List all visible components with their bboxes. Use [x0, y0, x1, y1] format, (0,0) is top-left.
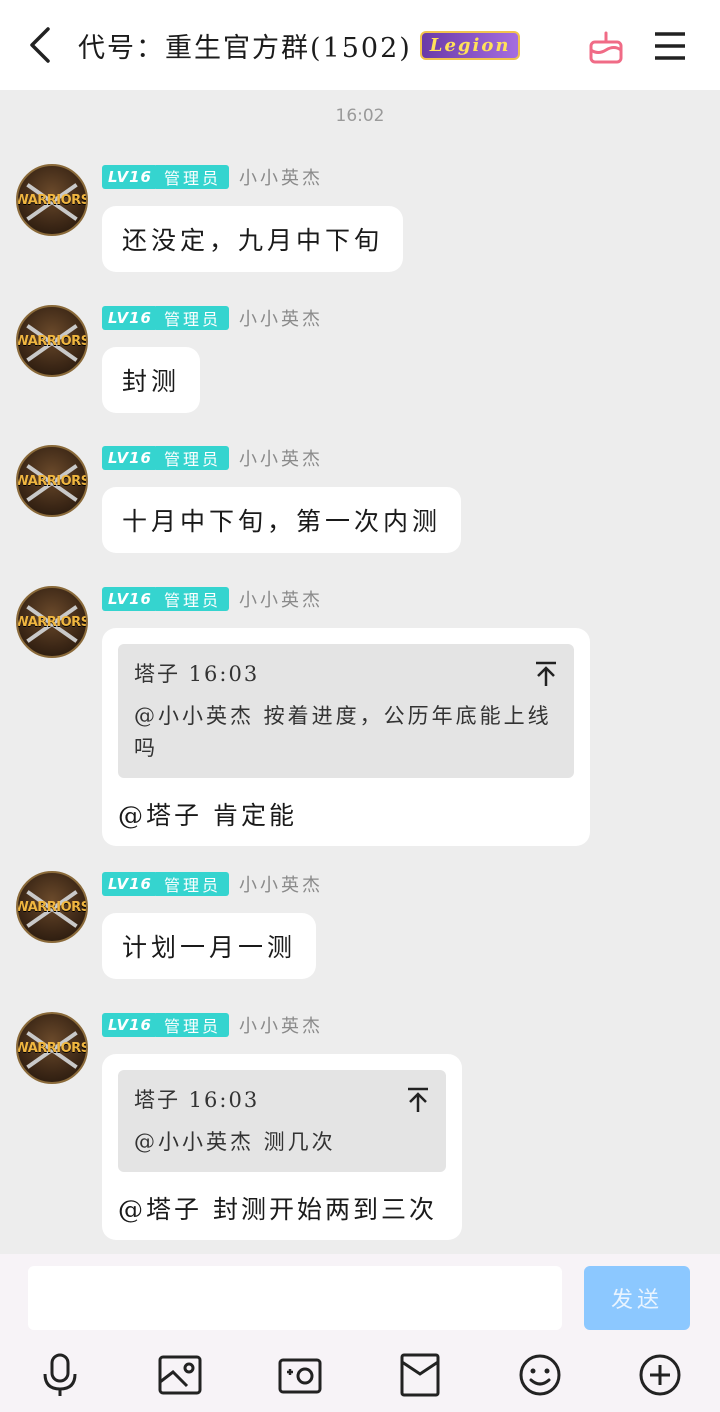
- sender-nickname: 小小英杰: [239, 1016, 323, 1037]
- quoted-message[interactable]: 塔子 16:03 @小小英杰 按着进度，公历年底能上线吗: [118, 644, 574, 778]
- menu-icon[interactable]: [650, 26, 690, 66]
- level-badge: LV16: [102, 446, 158, 470]
- message-bubble[interactable]: 塔子 16:03 @小小英杰 测几次 @塔子 封测开始两到三次: [102, 1054, 462, 1240]
- jump-to-quote-icon[interactable]: [406, 1086, 430, 1114]
- role-badge: 管理员: [155, 165, 229, 189]
- level-badge: LV16: [102, 306, 158, 330]
- quote-header: 塔子 16:03: [134, 1088, 260, 1112]
- chat-area[interactable]: 16:02 WARRIORS LV16 管理员 小小英杰 还没定，九月中下旬 W…: [0, 90, 720, 1254]
- role-badge: 管理员: [155, 446, 229, 470]
- plus-icon[interactable]: [637, 1352, 683, 1398]
- reply-text: @塔子 肯定能: [118, 801, 297, 830]
- avatar[interactable]: WARRIORS: [16, 1012, 88, 1084]
- microphone-icon[interactable]: [37, 1352, 83, 1398]
- sender-nickname: 小小英杰: [239, 168, 323, 189]
- role-badge: 管理员: [155, 587, 229, 611]
- sender-nickname: 小小英杰: [239, 590, 323, 611]
- sender-meta: LV16 管理员 小小英杰: [102, 445, 323, 471]
- level-badge: LV16: [102, 165, 158, 189]
- send-button[interactable]: 发送: [584, 1266, 690, 1330]
- message-item: WARRIORS LV16 管理员 小小英杰 还没定，九月中下旬: [0, 164, 720, 274]
- message-input[interactable]: [28, 1266, 562, 1330]
- avatar[interactable]: WARRIORS: [16, 305, 88, 377]
- reply-text: @塔子 封测开始两到三次: [118, 1195, 437, 1224]
- quote-header: 塔子 16:03: [134, 662, 260, 686]
- sender-nickname: 小小英杰: [239, 449, 323, 470]
- avatar[interactable]: WARRIORS: [16, 586, 88, 658]
- sender-nickname: 小小英杰: [239, 309, 323, 330]
- sender-meta: LV16 管理员 小小英杰: [102, 586, 323, 612]
- role-badge: 管理员: [155, 1013, 229, 1037]
- message-bubble[interactable]: 十月中下旬，第一次内测: [102, 487, 462, 553]
- message-item: WARRIORS LV16 管理员 小小英杰 计划一月一测: [0, 871, 720, 981]
- message-item: WARRIORS LV16 管理员 小小英杰 十月中下旬，第一次内测: [0, 445, 720, 555]
- level-badge: LV16: [102, 1013, 158, 1037]
- message-bubble[interactable]: 计划一月一测: [102, 913, 317, 979]
- chat-title: 代号：重生官方群(1502) Legion: [78, 24, 521, 66]
- quote-body: @小小英杰 测几次: [134, 1130, 336, 1154]
- message-item: WARRIORS LV16 管理员 小小英杰 塔子 16:03 @小小英杰 测几…: [0, 1012, 720, 1242]
- header: 代号：重生官方群(1502) Legion: [0, 0, 720, 90]
- sender-meta: LV16 管理员 小小英杰: [102, 1012, 323, 1038]
- red-packet-icon[interactable]: [397, 1352, 443, 1398]
- quoted-message[interactable]: 塔子 16:03 @小小英杰 测几次: [118, 1070, 446, 1172]
- sender-meta: LV16 管理员 小小英杰: [102, 871, 323, 897]
- avatar[interactable]: WARRIORS: [16, 164, 88, 236]
- jump-to-quote-icon[interactable]: [534, 660, 558, 688]
- camera-icon[interactable]: [277, 1352, 323, 1398]
- sender-meta: LV16 管理员 小小英杰: [102, 164, 323, 190]
- level-badge: LV16: [102, 587, 158, 611]
- message-bubble[interactable]: 还没定，九月中下旬: [102, 206, 404, 272]
- back-icon[interactable]: [22, 24, 58, 66]
- role-badge: 管理员: [155, 872, 229, 896]
- sender-meta: LV16 管理员 小小英杰: [102, 305, 323, 331]
- image-icon[interactable]: [157, 1352, 203, 1398]
- cake-icon[interactable]: [586, 26, 626, 66]
- input-bar: 发送: [0, 1254, 720, 1412]
- message-bubble[interactable]: 塔子 16:03 @小小英杰 按着进度，公历年底能上线吗 @塔子 肯定能: [102, 628, 590, 846]
- group-name: 代号：重生官方群(1502): [78, 32, 412, 64]
- quote-body: @小小英杰 按着进度，公历年底能上线吗: [134, 704, 552, 760]
- avatar[interactable]: WARRIORS: [16, 445, 88, 517]
- message-item: WARRIORS LV16 管理员 小小英杰 封测: [0, 305, 720, 415]
- avatar[interactable]: WARRIORS: [16, 871, 88, 943]
- message-bubble[interactable]: 封测: [102, 347, 201, 413]
- emoji-icon[interactable]: [517, 1352, 563, 1398]
- timestamp: 16:02: [335, 106, 385, 126]
- level-badge: LV16: [102, 872, 158, 896]
- legion-badge: Legion: [419, 30, 521, 60]
- message-item: WARRIORS LV16 管理员 小小英杰 塔子 16:03 @小小英杰 按着…: [0, 586, 720, 846]
- role-badge: 管理员: [155, 306, 229, 330]
- sender-nickname: 小小英杰: [239, 875, 323, 896]
